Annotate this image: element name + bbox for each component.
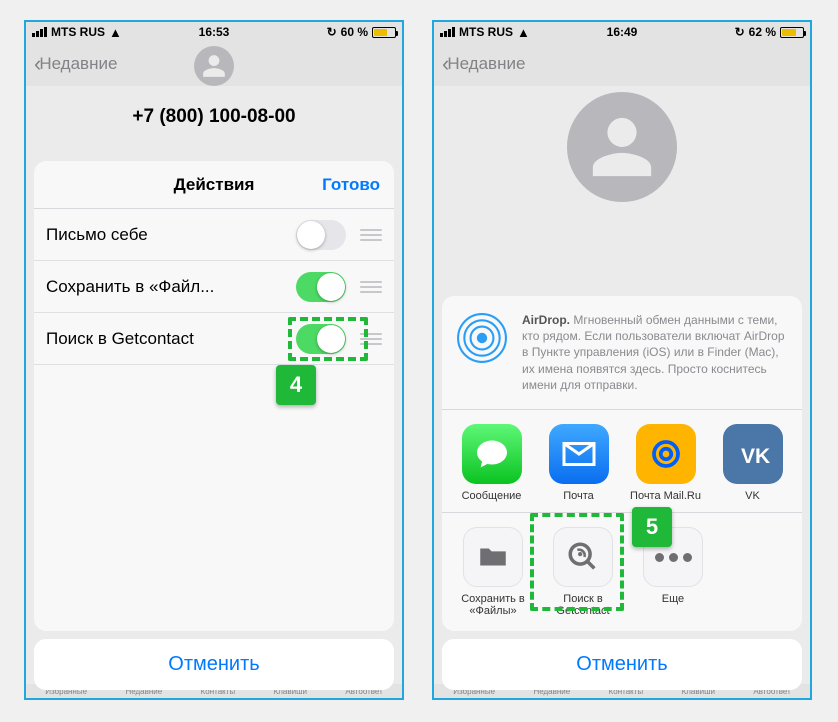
mailru-icon	[636, 424, 696, 484]
share-app-messages[interactable]: Сообщение	[448, 424, 535, 502]
sheet-overlay: AirDrop. Мгновенный обмен данными с теми…	[434, 22, 810, 698]
actions-panel: Действия Готово Письмо себе Сохранить в …	[34, 161, 394, 631]
action-apps-row: Сохранить в «Файлы» Поиск в Getcontact Е…	[442, 513, 802, 631]
app-label: Сообщение	[448, 490, 535, 502]
row-label: Сохранить в «Файл...	[46, 277, 296, 297]
action-row: Письмо себе	[34, 209, 394, 261]
drag-handle-icon[interactable]	[360, 281, 382, 293]
messages-icon	[462, 424, 522, 484]
airdrop-text: AirDrop. Мгновенный обмен данными с теми…	[522, 312, 788, 393]
toggle-email-self[interactable]	[296, 220, 346, 250]
actions-header: Действия Готово	[34, 161, 394, 209]
cancel-button[interactable]: Отменить	[34, 639, 394, 690]
app-label: VK	[709, 490, 796, 502]
sheet-overlay: Действия Готово Письмо себе Сохранить в …	[26, 22, 402, 698]
share-panel: AirDrop. Мгновенный обмен данными с теми…	[442, 296, 802, 631]
action-label: Поиск в Getcontact	[538, 593, 628, 617]
folder-icon	[463, 527, 523, 587]
action-getcontact[interactable]: Поиск в Getcontact	[538, 527, 628, 617]
done-button[interactable]: Готово	[322, 175, 380, 195]
annotation-badge: 5	[632, 507, 672, 547]
screenshot-right: MTS RUS ▲ 16:49 ↻ 62 % ‹ Недавние Избран…	[432, 20, 812, 700]
toggle-save-files[interactable]	[296, 272, 346, 302]
drag-handle-icon[interactable]	[360, 229, 382, 241]
action-save-files[interactable]: Сохранить в «Файлы»	[448, 527, 538, 617]
share-app-mailru[interactable]: Почта Mail.Ru	[622, 424, 709, 502]
action-label: Еще	[628, 593, 718, 605]
share-app-mail[interactable]: Почта	[535, 424, 622, 502]
cancel-button[interactable]: Отменить	[442, 639, 802, 690]
airdrop-section: AirDrop. Мгновенный обмен данными с теми…	[442, 296, 802, 410]
share-apps-row: Сообщение Почта Почта Mail.Ru	[442, 410, 802, 513]
app-label: Почта	[535, 490, 622, 502]
mail-icon	[549, 424, 609, 484]
action-row: Сохранить в «Файл...	[34, 261, 394, 313]
airdrop-icon	[456, 312, 508, 364]
screenshot-left: MTS RUS ▲ 16:53 ↻ 60 % ‹ Недавние +7 (80…	[24, 20, 404, 700]
action-label: Сохранить в «Файлы»	[448, 593, 538, 617]
toggle-getcontact[interactable]	[296, 324, 346, 354]
annotation-badge: 4	[276, 365, 316, 405]
actions-title: Действия	[174, 175, 255, 195]
svg-text:VK: VK	[741, 445, 770, 468]
row-label: Поиск в Getcontact	[46, 329, 296, 349]
app-label: Почта Mail.Ru	[622, 490, 709, 502]
row-label: Письмо себе	[46, 225, 296, 245]
drag-handle-icon[interactable]	[360, 333, 382, 345]
action-row: Поиск в Getcontact 4	[34, 313, 394, 365]
getcontact-search-icon	[553, 527, 613, 587]
vk-icon: VK	[723, 424, 783, 484]
share-app-vk[interactable]: VK VK	[709, 424, 796, 502]
